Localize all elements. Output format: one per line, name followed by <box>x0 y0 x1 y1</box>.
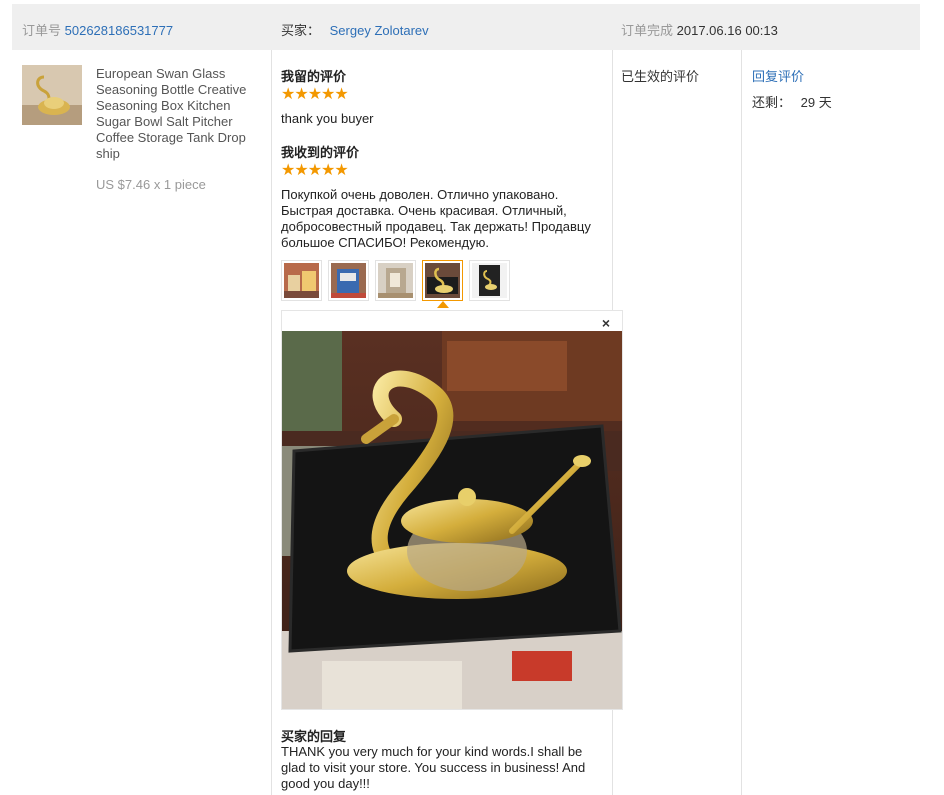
review-photo-thumb[interactable] <box>375 260 416 301</box>
my-review-stars: ★★★★★ <box>281 86 349 103</box>
my-review-text: thank you buyer <box>281 111 374 126</box>
column-divider <box>271 50 272 795</box>
completed-group: 订单完成 2017.06.16 00:13 <box>621 20 778 39</box>
column-divider <box>741 50 742 795</box>
photo-viewer: × <box>281 310 623 710</box>
order-number-group: 订单号 502628186531777 <box>22 20 173 39</box>
buyer-reply-title: 买家的回复 <box>281 729 347 744</box>
completed-label: 订单完成 <box>621 23 674 38</box>
product-thumbnail[interactable] <box>22 65 82 125</box>
review-photo-thumb[interactable] <box>469 260 510 301</box>
buyer-reply-text: THANK you very much for your kind words.… <box>281 744 586 791</box>
review-status: 已生效的评价 <box>621 69 700 84</box>
review-photo-thumb[interactable] <box>281 260 322 301</box>
review-photo-thumb[interactable] <box>328 260 369 301</box>
selected-photo-pointer <box>437 301 449 308</box>
review-photo-strip <box>281 260 510 301</box>
reply-review-link[interactable]: 回复评价 <box>752 66 804 85</box>
received-review-stars: ★★★★★ <box>281 162 349 179</box>
review-photo-large <box>282 331 622 709</box>
remaining-value: 29 天 <box>800 95 832 110</box>
received-review-text: Покупкой очень доволен. Отлично упакован… <box>281 187 591 250</box>
order-number-link[interactable]: 502628186531777 <box>65 23 173 38</box>
review-photo-thumb-selected[interactable] <box>422 260 463 301</box>
completed-time: 2017.06.16 00:13 <box>676 23 778 38</box>
received-review-title: 我收到的评价 <box>281 145 360 160</box>
order-header: 订单号 502628186531777 买家： Sergey Zolotarev… <box>12 4 920 50</box>
my-review-title: 我留的评价 <box>281 69 347 84</box>
remaining-days: 还剩： 29 天 <box>752 92 832 111</box>
buyer-group: 买家： Sergey Zolotarev <box>281 20 429 39</box>
close-icon[interactable]: × <box>602 315 610 331</box>
remaining-label: 还剩： <box>752 95 792 110</box>
buyer-label: 买家： <box>281 23 321 38</box>
product-price: US $7.46 x 1 piece <box>96 177 206 192</box>
product-title[interactable]: European Swan Glass Seasoning Bottle Cre… <box>96 66 260 162</box>
order-number-label: 订单号 <box>22 23 62 38</box>
buyer-name-link[interactable]: Sergey Zolotarev <box>330 23 429 38</box>
